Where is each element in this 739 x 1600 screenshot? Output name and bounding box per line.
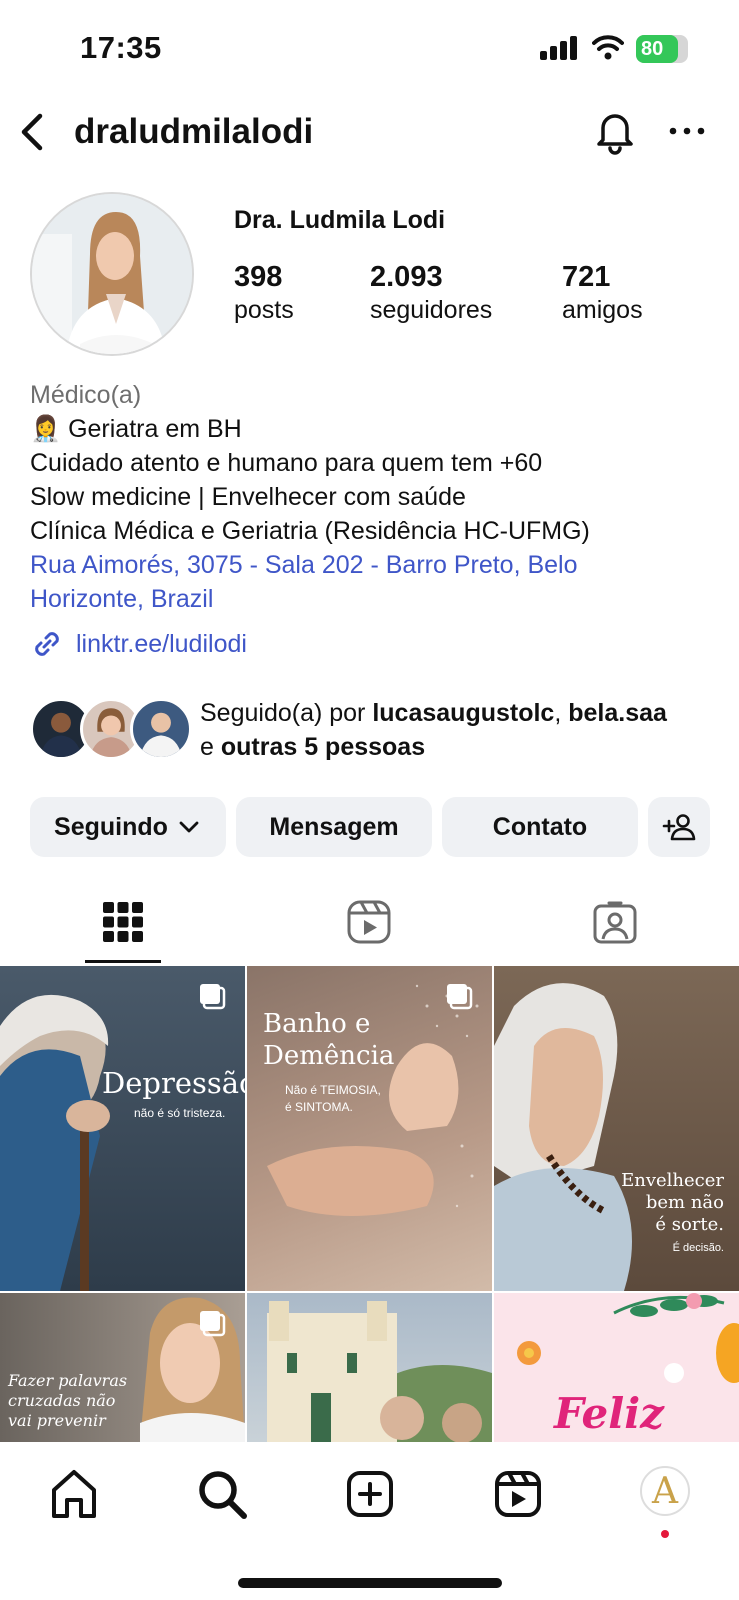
followed-by-user[interactable]: lucasaugustolc [372, 699, 554, 727]
bottom-nav: A [0, 1442, 739, 1600]
active-tab-indicator [85, 960, 161, 963]
message-button[interactable]: Mensagem [236, 797, 432, 857]
post-title: Envelhecer bem não é sorte. [614, 1170, 724, 1236]
contact-button[interactable]: Contato [442, 797, 638, 857]
post-title-line: é sorte. [655, 1214, 724, 1235]
status-time: 17:35 [80, 30, 162, 65]
post-image [0, 994, 110, 1291]
profile-display-name: Dra. Ludmila Lodi [234, 206, 446, 234]
notification-bell-icon[interactable] [592, 106, 638, 156]
post-tile[interactable] [247, 1293, 492, 1442]
tagged-icon [593, 901, 637, 944]
tab-reels[interactable] [246, 885, 492, 965]
follower-avatar [130, 698, 192, 760]
post-title-line: Demência [263, 1041, 395, 1071]
post-subtitle: não é só tristeza. [134, 1106, 226, 1120]
bio-line: Clínica Médica e Geriatria (Residência H… [30, 517, 590, 545]
post-tile[interactable]: Fazer palavras cruzadas não vai prevenir [0, 1293, 245, 1442]
post-title-line: Envelhecer [621, 1170, 724, 1191]
home-indicator [238, 1578, 502, 1588]
profile-photo [32, 194, 192, 354]
followed-by-prefix: Seguido(a) por [200, 699, 366, 727]
stat-posts-count: 398 [234, 261, 283, 293]
grid-icon [103, 902, 143, 942]
battery-percent: 80 [641, 38, 664, 60]
post-title-line: Fazer palavras [8, 1371, 128, 1390]
profile-header: draludmilalodi [0, 100, 739, 164]
stat-followers-count: 2.093 [370, 261, 443, 293]
post-title-line: cruzadas não [8, 1391, 116, 1410]
bio-line: 👩‍⚕️ Geriatra em BH [30, 415, 242, 443]
followed-by-separator: , [554, 699, 562, 727]
followed-by-user[interactable]: bela.saa [568, 699, 667, 727]
post-image [267, 1301, 492, 1442]
cellular-signal-icon [540, 36, 577, 60]
posts-grid: Depressão não é só tristeza. Banho e Dem… [0, 966, 739, 1442]
post-subtitle: Não é TEIMOSIA, é SINTOMA. [285, 1082, 381, 1116]
post-subtitle-line: Não é TEIMOSIA, [285, 1083, 381, 1097]
notification-dot [661, 1530, 669, 1538]
profile-link[interactable]: linktr.ee/ludilodi [30, 626, 247, 662]
post-tile[interactable]: Envelhecer bem não é sorte. É decisão. [494, 966, 739, 1291]
tab-grid[interactable] [0, 885, 246, 965]
stat-posts[interactable]: 398 posts [234, 260, 294, 326]
post-title: Feliz [554, 1389, 665, 1438]
post-title: Banho e Demência [263, 1008, 394, 1072]
reels-icon [347, 900, 391, 944]
post-tile[interactable]: Banho e Demência Não é TEIMOSIA, é SINTO… [247, 966, 492, 1291]
contact-button-label: Contato [492, 812, 588, 841]
stat-followers-label: seguidores [370, 296, 493, 324]
chevron-down-icon [179, 821, 199, 833]
carousel-icon [447, 984, 473, 1010]
stat-posts-label: posts [234, 296, 294, 324]
post-title: Fazer palavras cruzadas não vai prevenir [8, 1371, 127, 1431]
bio-line: Cuidado atento e humano para quem tem +6… [30, 449, 543, 477]
followed-by-text: Seguido(a) por lucasaugustolc, bela.saa … [200, 696, 739, 764]
message-button-label: Mensagem [269, 812, 399, 841]
profile-avatar[interactable] [30, 192, 194, 356]
add-person-icon [662, 814, 696, 841]
profile-category: Médico(a) [30, 381, 142, 409]
carousel-icon [200, 984, 226, 1010]
post-title: Depressão [102, 1066, 245, 1100]
home-icon[interactable] [44, 1464, 104, 1524]
link-icon [35, 632, 59, 656]
profile-address-line1[interactable]: Rua Aimorés, 3075 - Sala 202 - Barro Pre… [30, 548, 710, 582]
post-tile[interactable]: Depressão não é só tristeza. [0, 966, 245, 1291]
more-options-icon[interactable] [665, 114, 709, 148]
carousel-icon [200, 1311, 226, 1337]
wifi-icon [592, 35, 624, 60]
tab-tagged[interactable] [492, 885, 738, 965]
profile-nav-avatar[interactable]: A [640, 1466, 690, 1516]
create-post-icon[interactable] [340, 1464, 400, 1524]
following-button-label: Seguindo [54, 812, 168, 841]
post-title-line: vai prevenir [8, 1411, 106, 1430]
post-title-line: bem não [645, 1192, 724, 1213]
post-tile[interactable]: Feliz [494, 1293, 739, 1442]
post-subtitle: É decisão. [672, 1242, 724, 1254]
search-icon[interactable] [192, 1464, 252, 1524]
stat-followers[interactable]: 2.093 seguidores [370, 260, 492, 326]
back-arrow-icon[interactable] [14, 108, 54, 156]
following-button[interactable]: Seguindo [30, 797, 226, 857]
stat-friends[interactable]: 721 amigos [562, 260, 643, 326]
followed-by-connector: e [200, 733, 214, 761]
stat-friends-label: amigos [562, 296, 643, 324]
status-bar: 17:35 80 [0, 0, 739, 100]
profile-link-text[interactable]: linktr.ee/ludilodi [76, 630, 247, 659]
profile-address-line2[interactable]: Horizonte, Brazil [30, 582, 710, 616]
battery-icon: 80 [636, 35, 688, 63]
profile-tabs [0, 885, 739, 965]
profile-nav-initial: A [652, 1470, 678, 1512]
bio-line: Slow medicine | Envelhecer com saúde [30, 483, 466, 511]
followed-by[interactable]: Seguido(a) por lucasaugustolc, bela.saa … [30, 698, 720, 762]
reels-nav-icon[interactable] [488, 1464, 548, 1524]
post-subtitle-line: é SINTOMA. [285, 1100, 353, 1114]
suggest-people-button[interactable] [648, 797, 710, 857]
stat-friends-count: 721 [562, 261, 611, 293]
followed-by-others[interactable]: outras 5 pessoas [221, 733, 425, 761]
post-title-line: Banho e [263, 1009, 371, 1039]
profile-username: draludmilalodi [74, 112, 314, 151]
profile-bio: Médico(a) 👩‍⚕️ Geriatra em BH Cuidado at… [30, 378, 710, 616]
